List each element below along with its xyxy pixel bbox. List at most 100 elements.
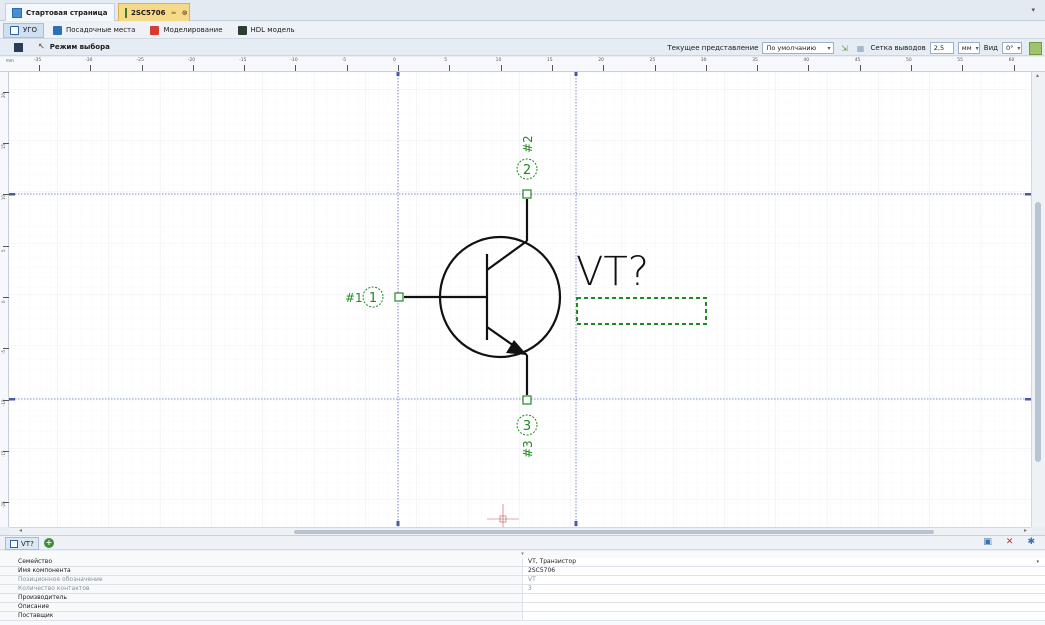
pin-2-anchor[interactable]: [522, 189, 532, 199]
horizontal-scrollbar[interactable]: ◂ ▸: [9, 527, 1031, 535]
guide-handle[interactable]: [9, 398, 15, 401]
chevron-down-icon: ▾: [975, 44, 979, 52]
tab-component[interactable]: 2SC5706 ═ ⊗: [118, 3, 190, 21]
app-window: Стартовая страница 2SC5706 ═ ⊗ ▾ УГО Пос…: [0, 0, 1045, 625]
chevron-down-icon[interactable]: ▾: [1036, 558, 1039, 566]
guide-handle[interactable]: [396, 521, 400, 526]
pin-2-name: #2: [521, 135, 535, 153]
property-value[interactable]: 3: [523, 585, 1045, 593]
view-label: Текущее представление: [667, 44, 759, 52]
ruler-x-tick-mark: [449, 65, 451, 71]
tab-simulation[interactable]: Моделирование: [144, 23, 228, 38]
ruler-x-tick-label: -5: [341, 58, 347, 63]
hdl-icon: [237, 25, 247, 35]
symbol-parts-bar: VT? + ▣ ✕ ✱: [0, 535, 1045, 550]
component-icon: [125, 7, 127, 18]
properties-collapse-handle[interactable]: ▾: [0, 551, 1045, 558]
view-select[interactable]: По умолчанию ▾: [762, 42, 835, 54]
property-name: Позиционное обозначение: [0, 576, 523, 584]
property-row[interactable]: Позиционное обозначение VT: [0, 576, 1045, 585]
canvas-svg: VT? 1 #1 2 #2 3 #3: [9, 72, 1031, 527]
tab-ugo-label: УГО: [23, 26, 38, 34]
property-row[interactable]: Семейство VT, Транзистор ▾: [0, 558, 1045, 567]
component-check-icon[interactable]: [1029, 41, 1042, 55]
tab-ugo[interactable]: УГО: [3, 22, 45, 38]
pin-1-number: 1: [369, 291, 377, 306]
property-value[interactable]: [523, 612, 1045, 620]
ugo-icon: [10, 539, 18, 548]
vid-label: Вид: [983, 44, 998, 52]
tab-part-vt[interactable]: VT?: [5, 537, 39, 550]
ruler-x-tick-label: -30: [85, 58, 93, 63]
property-value[interactable]: [523, 603, 1045, 611]
ruler-x-tick-label: 0: [393, 58, 396, 63]
copy-icon[interactable]: ▣: [983, 537, 992, 547]
selection-mode-button[interactable]: ↖ Режим выбора: [38, 42, 110, 51]
panel-toggle-icon[interactable]: [14, 43, 23, 52]
ruler-x-tick-mark: [962, 65, 964, 71]
start-page-icon: [12, 7, 22, 18]
vertical-scroll-thumb[interactable]: [1035, 202, 1041, 462]
property-value[interactable]: [523, 594, 1045, 602]
close-icon[interactable]: ⊗: [182, 9, 188, 17]
scroll-up-icon[interactable]: ▴: [1036, 72, 1039, 79]
tabs-dropdown-icon[interactable]: ▾: [1031, 6, 1035, 14]
gear-icon[interactable]: ✱: [1027, 537, 1035, 547]
ruler-x-tick-mark: [757, 65, 759, 71]
ruler-x-tick-label: -20: [187, 58, 196, 63]
property-row[interactable]: Количество контактов 3: [0, 585, 1045, 594]
pin-1-anchor[interactable]: [394, 292, 404, 302]
ruler-x-tick-label: 40: [803, 58, 810, 63]
symbol-canvas[interactable]: VT? 1 #1 2 #2 3 #3: [9, 72, 1031, 527]
guide-handle[interactable]: [574, 521, 578, 526]
scroll-left-icon[interactable]: ◂: [19, 527, 22, 534]
scroll-right-icon[interactable]: ▸: [1024, 527, 1027, 534]
tab-start-page[interactable]: Стартовая страница: [5, 3, 115, 21]
designator-text[interactable]: VT?: [576, 249, 649, 295]
angle-select[interactable]: 0° ▾: [1002, 42, 1022, 54]
guide-handle[interactable]: [9, 193, 15, 196]
ruler-x-tick-label: 20: [598, 58, 604, 63]
ruler-x-tick-mark: [654, 65, 656, 71]
ruler-x-tick-label: 45: [854, 58, 861, 63]
document-tab-bar: Стартовая страница 2SC5706 ═ ⊗ ▾: [0, 0, 1045, 21]
ruler-x-tick-mark: [859, 65, 861, 71]
ruler-x-tick-label: 25: [649, 58, 656, 63]
grid-input[interactable]: 2,5: [929, 42, 954, 54]
property-row[interactable]: Имя компонента 2SC5706: [0, 567, 1045, 576]
view-select-value: По умолчанию: [766, 44, 817, 52]
ruler-x-tick-label: 55: [957, 58, 964, 63]
ruler-x-tick-label: -25: [136, 58, 144, 63]
guide-handle[interactable]: [574, 72, 578, 76]
property-row[interactable]: Поставщик: [0, 612, 1045, 621]
pin-3-name: #3: [521, 440, 535, 458]
ruler-y-tick-label: 5: [1, 249, 6, 252]
ruler-y-tick-label: 10: [1, 195, 6, 201]
ruler-x-tick-mark: [38, 65, 40, 71]
tab-footprints[interactable]: Посадочные места: [47, 23, 141, 38]
property-value[interactable]: 2SC5706: [523, 567, 1045, 575]
property-row[interactable]: Производитель: [0, 594, 1045, 603]
pin-3-number: 3: [523, 419, 531, 434]
delete-icon[interactable]: ✕: [1006, 537, 1014, 547]
horizontal-scroll-thumb[interactable]: [294, 530, 934, 534]
tab-hdl[interactable]: HDL модель: [232, 23, 301, 38]
add-icon[interactable]: +: [44, 538, 54, 548]
pin-icon[interactable]: ═: [172, 9, 176, 17]
pin-3-anchor[interactable]: [522, 395, 532, 405]
property-name: Описание: [0, 603, 523, 611]
ruler-y-tick-label: 15: [1, 144, 6, 150]
simulation-icon: [150, 25, 160, 35]
property-name: Имя компонента: [0, 567, 523, 575]
property-value[interactable]: VT, Транзистор ▾: [523, 558, 1045, 566]
unit-select[interactable]: мм ▾: [957, 42, 980, 54]
property-row[interactable]: Описание: [0, 603, 1045, 612]
ruler-x-tick-label: 5: [444, 58, 448, 63]
ruler-y-tick-label: 0: [1, 300, 6, 303]
vertical-scrollbar[interactable]: ▴: [1031, 72, 1045, 527]
guide-handle[interactable]: [396, 72, 400, 76]
tab-part-vt-label: VT?: [21, 539, 34, 548]
property-value[interactable]: VT: [523, 576, 1045, 584]
export-view-icon[interactable]: ⇲: [838, 42, 850, 54]
view-settings-icon[interactable]: ▦: [854, 42, 866, 54]
